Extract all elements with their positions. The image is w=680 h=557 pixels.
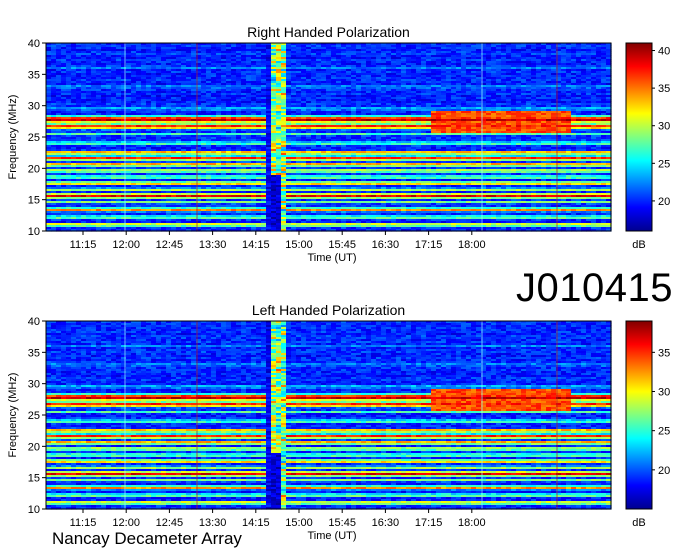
dynamic-spectrum-figure: Right Handed Polarization 10 15 20 25 30 35 40 F… <box>0 0 680 552</box>
spectrogram-image <box>46 43 612 232</box>
spectrogram-panel-right: Right Handed Polarization10152025303540F… <box>7 24 670 264</box>
